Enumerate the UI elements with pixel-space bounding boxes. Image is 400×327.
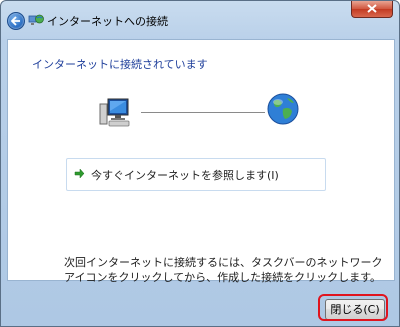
dialog-window: インターネットへの接続 インターネットに接続されています 今すぐインターネットを… bbox=[0, 0, 400, 327]
page-heading: インターネットに接続されています bbox=[32, 58, 208, 71]
close-icon bbox=[367, 4, 377, 13]
globe-icon bbox=[267, 93, 299, 125]
connection-line bbox=[141, 112, 265, 113]
back-arrow-icon bbox=[11, 16, 20, 26]
browse-internet-link[interactable]: 今すぐインターネットを参照します(I) bbox=[66, 158, 326, 191]
window-close-button[interactable] bbox=[351, 1, 393, 18]
back-button[interactable] bbox=[7, 12, 25, 30]
green-arrow-icon bbox=[74, 168, 85, 179]
title-bar: インターネットへの接続 bbox=[1, 1, 399, 39]
network-connection-icon bbox=[28, 14, 44, 25]
browse-link-label: 今すぐインターネットを参照します(I) bbox=[91, 169, 279, 182]
info-line-1: 次回インターネットに接続するには、タスクバーのネットワーク bbox=[64, 256, 383, 269]
content-panel: インターネットに接続されています 今すぐインターネットを参照します(I) 次回イ… bbox=[7, 39, 395, 284]
dialog-footer: 閉じる(C) bbox=[1, 280, 399, 326]
computer-icon bbox=[99, 98, 130, 127]
window-title: インターネットへの接続 bbox=[47, 15, 168, 28]
close-button[interactable]: 閉じる(C) bbox=[325, 299, 385, 320]
